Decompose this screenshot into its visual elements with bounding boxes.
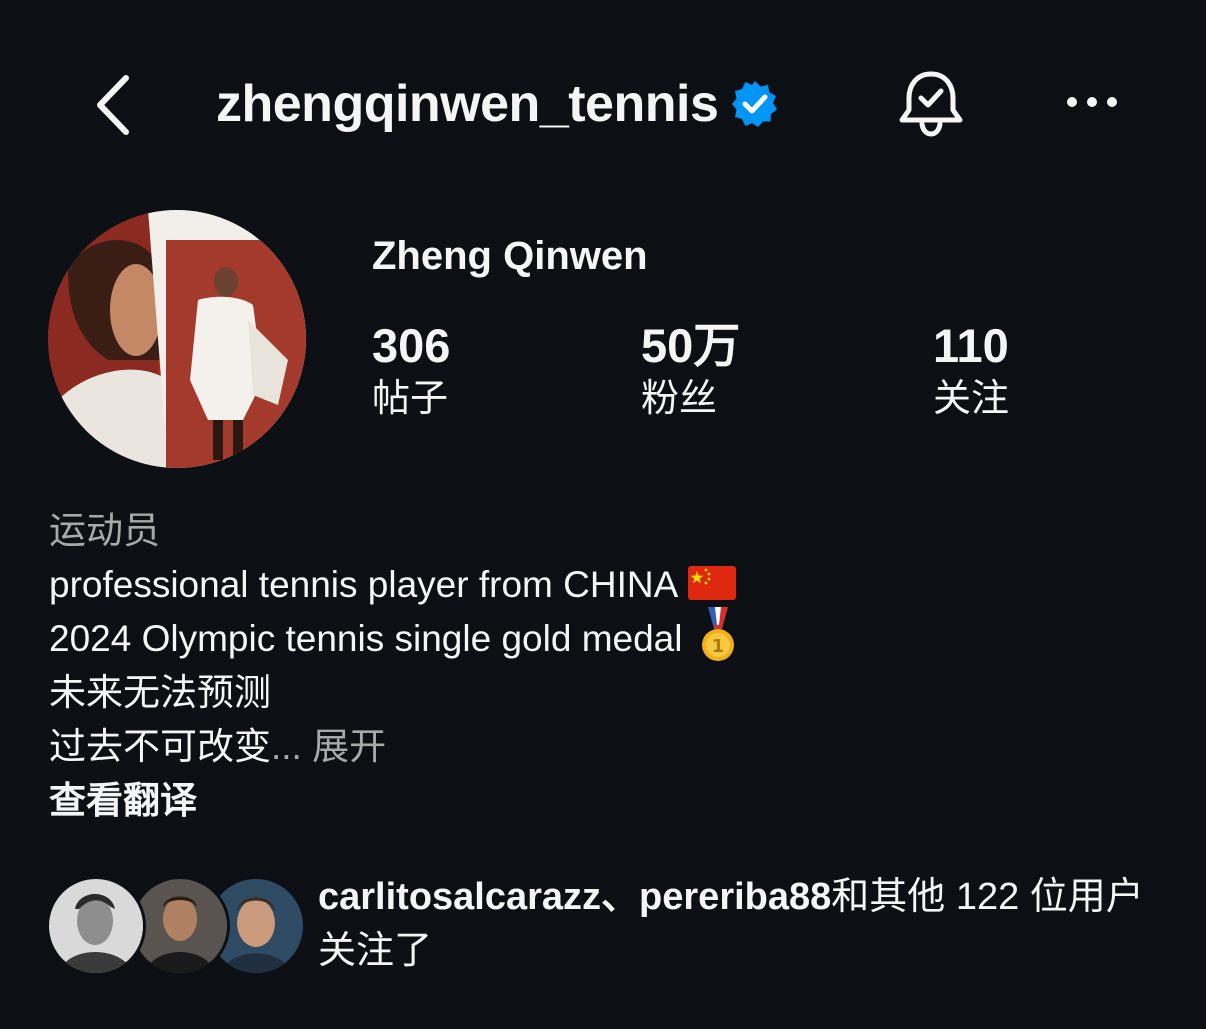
profile-avatar[interactable] (48, 210, 306, 468)
chevron-left-icon (97, 75, 129, 135)
avatar-image (48, 210, 306, 468)
bio-text: 2024 Olympic tennis single gold medal (49, 618, 683, 659)
posts-count: 306 (372, 319, 451, 372)
svg-text:1: 1 (712, 636, 725, 657)
follower-avatar (46, 876, 146, 976)
following-count: 110 (933, 319, 1009, 372)
bio-line: 未来无法预测 (49, 672, 271, 713)
followers-stat[interactable]: 50万 粉丝 (641, 318, 740, 424)
following-label: 关注 (933, 378, 1010, 420)
username: zhengqinwen_tennis (216, 75, 719, 133)
china-flag-icon (688, 566, 737, 601)
expand-bio-link[interactable]: ... 展开 (271, 726, 386, 767)
bio-category: 运动员 (49, 510, 160, 551)
notifications-bell-button[interactable] (894, 66, 968, 140)
followed-by-usernames: carlitosalcarazz、pereriba88 (318, 876, 832, 918)
back-button[interactable] (88, 70, 144, 140)
profile-display-name: Zheng Qinwen (372, 234, 648, 278)
following-stat[interactable]: 110 关注 (933, 318, 1009, 424)
more-options-button[interactable] (1060, 80, 1124, 124)
posts-label: 帖子 (372, 378, 449, 420)
mutual-followers-avatars[interactable] (46, 876, 306, 976)
followers-count: 50万 (641, 319, 741, 372)
see-translation-link[interactable]: 查看翻译 (49, 774, 197, 828)
followers-label: 粉丝 (641, 378, 718, 420)
posts-stat[interactable]: 306 帖子 (372, 318, 450, 424)
bio-line: 过去不可改变... 展开 (49, 720, 386, 774)
bio-line: 2024 Olympic tennis single gold medal 1 (49, 607, 738, 669)
followed-by-text[interactable]: carlitosalcarazz、pereriba88和其他 122 位用户关注… (318, 870, 1178, 978)
bell-check-icon (899, 71, 963, 137)
more-horizontal-icon (1067, 97, 1117, 107)
bio-text: professional tennis player from CHINA (49, 564, 679, 605)
header-title: zhengqinwen_tennis (216, 68, 780, 140)
verified-badge-icon (732, 81, 778, 127)
bio-text: 过去不可改变 (49, 726, 271, 767)
bio-line: professional tennis player from CHINA (49, 558, 737, 612)
gold-medal-icon: 1 (702, 607, 735, 662)
